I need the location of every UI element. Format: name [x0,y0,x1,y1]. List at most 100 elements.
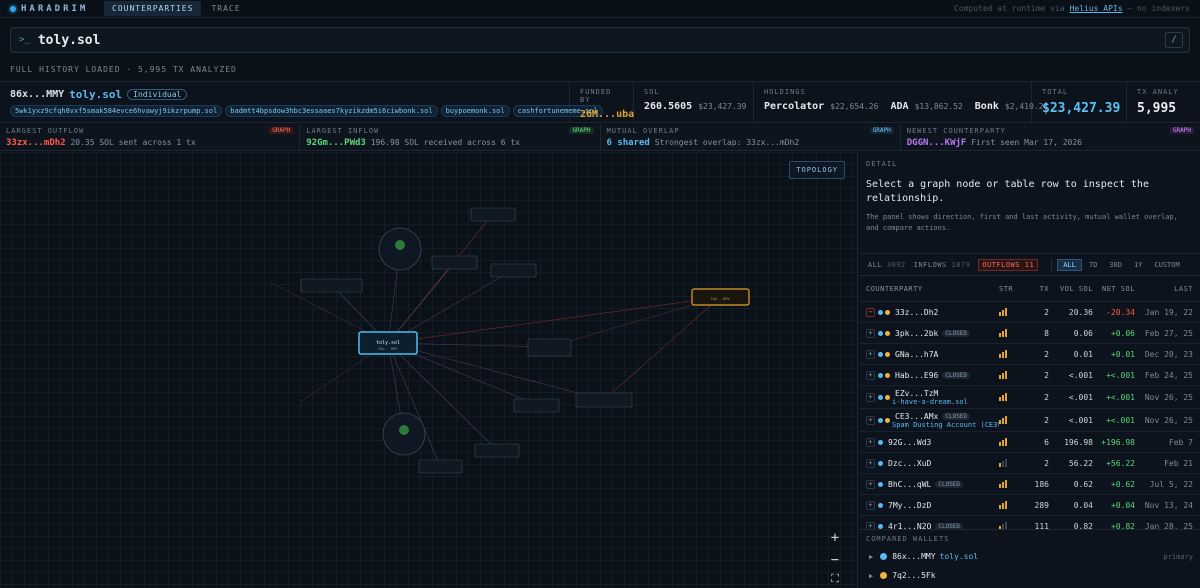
tx-cell: 2 [1044,370,1049,380]
wallet-name[interactable]: toly.sol [69,88,122,101]
domain-chip[interactable]: buypoemonk.sol [440,105,510,117]
counterparty-cell: + Dzc...XuD [859,458,999,468]
col-counterparty[interactable]: COUNTERPARTY [859,285,999,293]
filter-outflows[interactable]: OUTFLOWS 11 [978,258,1039,271]
topology-graph[interactable]: toly.sol 86x...MMY 7q2...5Fk TOPOLOGY + … [0,152,858,588]
counterparty-address[interactable]: Hab...E96 [895,371,938,380]
add-compare-icon[interactable]: + [866,370,875,380]
table-row[interactable]: + EZv...TzM i-have-a-dream.sol 2 <.001 +<.001… [859,386,1200,409]
counterparty-address[interactable]: 7My...DzD [888,501,931,510]
add-compare-icon[interactable]: + [866,458,875,468]
graph-node[interactable] [418,459,463,474]
graph-node[interactable] [527,338,572,357]
tab-trace[interactable]: TRACE [203,1,248,16]
table-row[interactable]: − 33z...Dh2 2 20.36 -20.34 Jan 19, 22 [859,302,1200,323]
largest-inflow-card[interactable]: LARGEST INFLOW GRAPH 92Gm...PWd3 196.98 … [300,124,601,150]
counterparty-address[interactable]: Dzc...XuD [888,459,931,468]
newest-counterparty-card[interactable]: NEWEST COUNTERPARTY GRAPH DGGN...KWjF Fi… [900,124,1200,150]
wallet-address[interactable]: 86x...MMY [10,89,64,100]
compared-wallet-row[interactable]: ▶ 7q2...5Fk [866,566,1193,585]
add-compare-icon[interactable]: + [866,437,875,447]
compared-wallet-row[interactable]: ▶ 86x...MMY toly.sol primary [866,547,1193,566]
col-vol[interactable]: VOL SOL [1049,285,1093,293]
graph-node[interactable] [474,443,520,458]
col-strength[interactable]: STR [999,285,1017,293]
counterparty-address[interactable]: GNa...h7A [895,350,938,359]
mutual-overlap-card[interactable]: MUTUAL OVERLAP GRAPH 6 shared Strongest … [600,124,901,150]
search-bar[interactable]: >_ toly.sol / [10,27,1190,53]
vol-cell: 20.36 [1068,307,1093,317]
fit-view-icon[interactable]: ⛶ [827,572,843,586]
filter-all[interactable]: ALL 3092 [868,261,906,269]
graph-node[interactable] [513,398,560,413]
counterparty-address[interactable]: 3pk...2bk [895,329,938,338]
strength-bar [1005,416,1007,424]
largest-outflow-card[interactable]: LARGEST OUTFLOW GRAPH 33zx...mDh2 20.35 … [0,124,301,150]
add-compare-icon[interactable]: + [866,500,875,510]
add-compare-icon[interactable]: + [866,479,875,489]
graph-link[interactable]: GRAPH [869,127,894,134]
table-row[interactable]: + CE3...AMx CLOSED Spam Dusting Account (CE… [859,409,1200,432]
col-net[interactable]: NET SOL [1093,285,1135,293]
graph-node[interactable] [575,392,633,408]
topology-button[interactable]: TOPOLOGY [789,161,845,179]
graph-link[interactable]: GRAPH [569,127,594,134]
domain-chip[interactable]: badmtt4bpsdow3hbc3essaaes7kyzikzdm5i6ciw… [225,105,438,117]
counterparty-address[interactable]: 92G...Wd3 [888,438,931,447]
table-row[interactable]: + Dzc...XuD 2 56.22 +56.22 Feb 21 [859,453,1200,474]
table-row[interactable]: +3pk...2bk CLOSED 8 0.06 +0.06 Feb 27, 25 [859,323,1200,344]
strength-icon [999,350,1007,358]
add-compare-icon[interactable]: + [866,392,875,402]
domain-chip[interactable]: 5wk1yxz9cfqh8vxf5smak584evce6hvawyj9ikzr… [10,105,223,117]
zoom-in-button[interactable]: + [827,530,843,546]
search-shortcut-key[interactable]: / [1165,32,1183,48]
table-row[interactable]: +92G...Wd3 6 196.98 +196.98 Feb 7 [859,432,1200,453]
expand-arrow-icon[interactable]: ▶ [869,553,873,561]
table-row[interactable]: +7My...DzD 289 0.04 +0.04 Nov 13, 24 [859,495,1200,516]
range-1y[interactable]: 1Y [1129,260,1147,270]
counterparty-address[interactable]: EZv...TzM [895,389,938,398]
filter-divider [1051,258,1053,271]
graph-node[interactable] [490,263,537,278]
strength-icon [999,393,1007,401]
col-last[interactable]: LAST [1135,285,1195,293]
counterparty-cell: − 33z...Dh2 [859,307,999,317]
graph-node[interactable] [300,278,363,293]
add-compare-icon[interactable]: + [866,349,875,359]
table-row[interactable]: + GNa...h7A 2 0.01 +0.01 Dec 20, 23 [859,344,1200,365]
graph-node[interactable] [431,255,478,270]
add-compare-icon[interactable]: + [866,328,875,338]
holding-name: Percolator [764,101,825,112]
add-compare-icon[interactable]: − [866,307,875,317]
range-all[interactable]: ALL [1057,258,1082,271]
brand-logo[interactable]: HARADRIM [0,4,104,14]
holding-name: Bonk [974,101,999,112]
helius-link[interactable]: Helius APIs [1070,4,1123,13]
zoom-out-button[interactable]: − [827,552,843,568]
range-30d[interactable]: 30D [1104,260,1127,270]
funded-by-value[interactable]: 26M...uba [580,109,634,120]
graph-edge [387,296,721,344]
filter-inflows[interactable]: INFLOWS 1879 [914,261,971,269]
table-row[interactable]: + BhC...qWL CLOSED 186 0.62 +0.62 Jul 5, 22 [859,474,1200,495]
counterparty-address[interactable]: BhC...qWL [888,480,931,489]
card-label: LARGEST INFLOW [306,127,380,135]
range-7d[interactable]: 7D [1084,260,1102,270]
tab-counterparties[interactable]: COUNTERPARTIES [104,1,202,16]
add-compare-icon[interactable]: + [866,415,875,425]
expand-arrow-icon[interactable]: ▶ [869,572,873,580]
search-input[interactable]: toly.sol [38,33,101,48]
filter-label: ALL [868,260,883,269]
col-tx[interactable]: TX [1017,285,1049,293]
graph-link[interactable]: GRAPH [1169,127,1194,134]
range-custom[interactable]: CUSTOM [1149,260,1184,270]
counterparty-address[interactable]: 33z...Dh2 [895,308,938,317]
strength-bar [1002,395,1004,401]
counterparty-cell: + CE3...AMx CLOSED Spam Dusting Account (CE… [859,412,999,429]
table-row[interactable]: + Hab...E96 CLOSED 2 <.001 +<.001 Feb 24, 25 [859,365,1200,386]
net-cell: +56.22 [1106,458,1135,468]
counterparty-address[interactable]: CE3...AMx [895,412,938,421]
graph-node[interactable] [470,207,516,222]
graph-link[interactable]: GRAPH [269,127,294,134]
graph-canvas[interactable]: toly.sol 86x...MMY 7q2...5Fk [0,152,858,588]
